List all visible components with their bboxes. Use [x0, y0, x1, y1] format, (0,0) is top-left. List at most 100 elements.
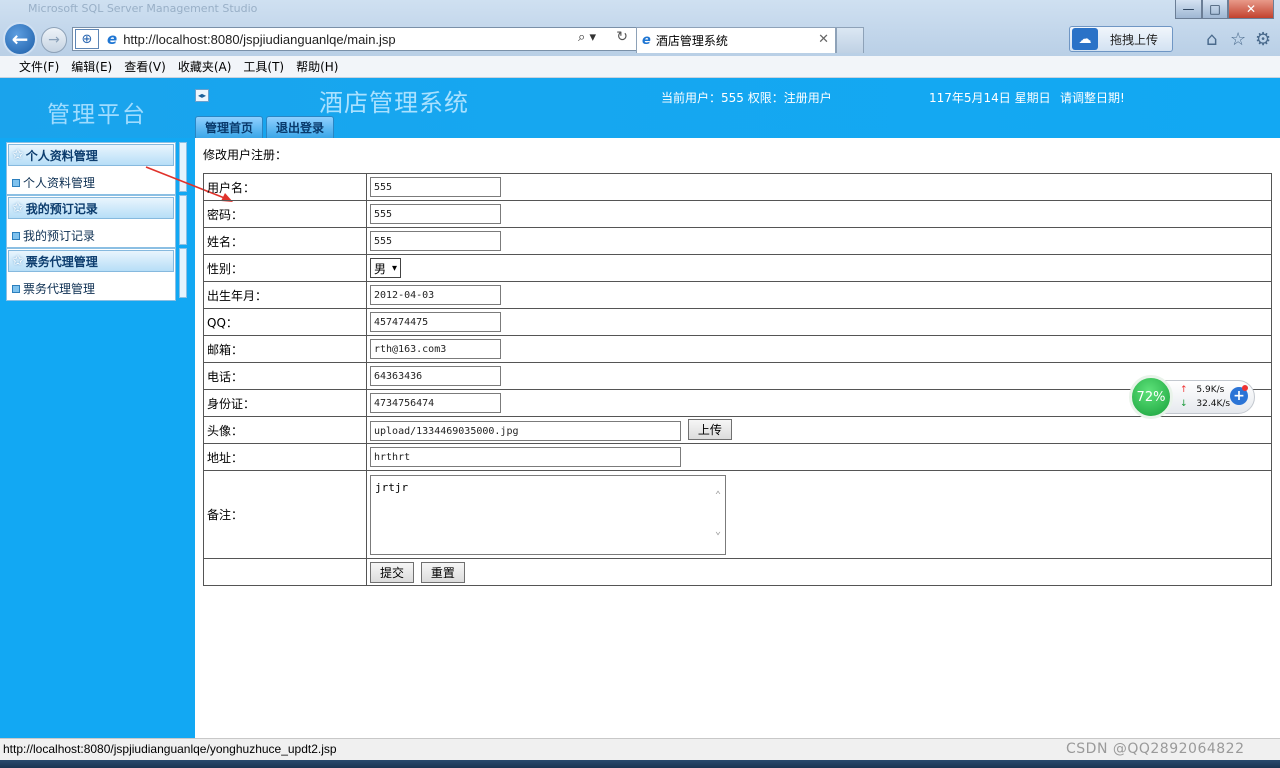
- home-icon[interactable]: ⌂: [1206, 29, 1217, 50]
- field-label: 备注：: [203, 470, 367, 559]
- form-row-address: 地址：: [203, 443, 1272, 471]
- status-bar: http://localhost:8080/jspjiudianguanlqe/…: [0, 738, 1280, 760]
- sidebar-item-reservations[interactable]: 我的预订记录: [12, 227, 95, 244]
- new-tab-button[interactable]: [836, 27, 864, 53]
- field-label: QQ：: [203, 308, 367, 336]
- sidebar-toggle-icon[interactable]: ◂▸: [195, 89, 209, 102]
- scroll-up-icon[interactable]: ⌃: [715, 490, 721, 501]
- sidebar-divider: [179, 248, 187, 298]
- form-row-birthday: 出生年月：: [203, 281, 1272, 309]
- platform-title: 管理平台: [47, 102, 147, 128]
- browser-tab[interactable]: e 酒店管理系统 ✕: [636, 27, 836, 53]
- avatar-path-field[interactable]: [370, 421, 681, 442]
- sidebar-group-header[interactable]: ✩ 个人资料管理: [8, 144, 174, 166]
- form-row-remark: 备注： jrtjr ⌃ ⌄: [203, 470, 1272, 559]
- star-icon: ✩: [12, 200, 24, 216]
- qq-field[interactable]: [370, 312, 501, 332]
- reset-button[interactable]: 重置: [420, 561, 465, 583]
- minimize-button[interactable]: —: [1175, 0, 1202, 19]
- compat-view-icon[interactable]: ⊕: [75, 29, 99, 49]
- drag-upload-button[interactable]: ☁ 拖拽上传: [1069, 26, 1173, 52]
- address-bar[interactable]: ⊕ e http://localhost:8080/jspjiudianguan…: [72, 27, 637, 51]
- id-card-field[interactable]: [370, 393, 501, 413]
- submit-button[interactable]: 提交: [370, 561, 415, 583]
- gear-icon[interactable]: ⚙: [1255, 29, 1271, 50]
- maximize-button[interactable]: □: [1202, 0, 1228, 19]
- address-field[interactable]: [370, 447, 681, 467]
- username-field[interactable]: [370, 177, 501, 197]
- taskbar: [0, 760, 1280, 768]
- ie-logo-icon: e: [107, 30, 118, 48]
- field-label: 姓名：: [203, 227, 367, 255]
- form-row-username: 用户名：: [203, 173, 1272, 201]
- form-title: 修改用户注册：: [203, 148, 288, 162]
- tab-admin-home[interactable]: 管理首页: [195, 116, 264, 138]
- menu-bar: 文件(F) 编辑(E) 查看(V) 收藏夹(A) 工具(T) 帮助(H): [0, 56, 1280, 78]
- field-label: 性别：: [203, 254, 367, 282]
- back-button[interactable]: ←: [3, 22, 37, 56]
- tab-logout[interactable]: 退出登录: [266, 116, 335, 138]
- square-bullet-icon: [12, 231, 20, 240]
- form-row-qq: QQ：: [203, 308, 1272, 336]
- field-label: 头像：: [203, 416, 367, 444]
- memory-usage-circle[interactable]: 72%: [1129, 375, 1173, 419]
- address-url[interactable]: http://localhost:8080/jspjiudianguanlqe/…: [123, 32, 395, 47]
- sidebar-item-label: 票务代理管理: [23, 282, 96, 296]
- upload-speed: ↑ 5.9K/s: [1180, 385, 1224, 395]
- menu-file[interactable]: 文件(F): [19, 58, 59, 75]
- form-row-name: 姓名：: [203, 227, 1272, 255]
- form-row-password: 密码：: [203, 200, 1272, 228]
- star-icon: ✩: [12, 253, 24, 269]
- remark-text: jrtjr: [375, 480, 409, 494]
- sidebar-group-tickets: ✩ 票务代理管理 票务代理管理: [6, 248, 176, 301]
- form-row-email: 邮箱：: [203, 335, 1272, 363]
- search-icon[interactable]: ⌕ ▾: [578, 30, 596, 45]
- close-window-button[interactable]: ✕: [1228, 0, 1274, 19]
- menu-view[interactable]: 查看(V): [124, 58, 166, 75]
- watermark: CSDN @QQ2892064822: [1066, 741, 1245, 757]
- field-label: 用户名：: [203, 173, 367, 201]
- arrow-up-icon: ↑: [1180, 385, 1188, 395]
- sidebar-group-header[interactable]: ✩ 票务代理管理: [8, 250, 174, 272]
- tab-close-icon[interactable]: ✕: [818, 32, 829, 47]
- menu-favorites[interactable]: 收藏夹(A): [178, 58, 232, 75]
- star-icon: ✩: [12, 147, 24, 163]
- square-bullet-icon: [12, 284, 20, 293]
- birthday-field[interactable]: [370, 285, 501, 305]
- menu-edit[interactable]: 编辑(E): [71, 58, 112, 75]
- menu-tools[interactable]: 工具(T): [243, 58, 284, 75]
- network-speed-widget[interactable]: 72% ↑ 5.9K/s ↓ 32.4K/s +: [1129, 375, 1255, 419]
- sidebar-group-title: 我的预订记录: [25, 201, 98, 216]
- window-caption: Microsoft SQL Server Management Studio: [28, 2, 258, 15]
- phone-field[interactable]: [370, 366, 501, 386]
- back-arrow-icon: ←: [11, 27, 29, 51]
- password-field[interactable]: [370, 204, 501, 224]
- notification-dot: [1242, 385, 1248, 391]
- gender-select[interactable]: 男 ▾: [370, 258, 402, 278]
- scroll-down-icon[interactable]: ⌄: [715, 526, 721, 537]
- browser-tab-title: 酒店管理系统: [655, 34, 728, 48]
- sidebar-item-tickets[interactable]: 票务代理管理: [12, 280, 95, 297]
- refresh-icon[interactable]: ↻: [616, 29, 628, 45]
- current-user-info: 当前用户：555 权限：注册用户: [661, 91, 832, 105]
- field-label: 密码：: [203, 200, 367, 228]
- form-row-actions: 提交 重置: [203, 558, 1272, 586]
- remark-textarea[interactable]: jrtjr ⌃ ⌄: [370, 474, 726, 555]
- current-date: 117年5月14日 星期日: [929, 91, 1051, 105]
- status-url: http://localhost:8080/jspjiudianguanlqe/…: [3, 742, 337, 756]
- forward-button[interactable]: →: [41, 27, 67, 53]
- favorites-star-icon[interactable]: ☆: [1230, 29, 1246, 50]
- sidebar-item-profile[interactable]: 个人资料管理: [12, 174, 95, 191]
- field-label: 地址：: [203, 443, 367, 471]
- square-bullet-icon: [12, 178, 20, 187]
- menu-help[interactable]: 帮助(H): [296, 58, 338, 75]
- ie-tab-icon: e: [642, 33, 651, 48]
- cloud-icon: ☁: [1072, 28, 1098, 50]
- sidebar-group-title: 票务代理管理: [25, 254, 98, 269]
- field-label: 出生年月：: [203, 281, 367, 309]
- memory-percent: 72%: [1136, 389, 1166, 405]
- email-field[interactable]: [370, 339, 501, 359]
- upload-button[interactable]: 上传: [687, 418, 732, 440]
- gender-select-value: 男: [374, 261, 387, 276]
- name-field[interactable]: [370, 231, 501, 251]
